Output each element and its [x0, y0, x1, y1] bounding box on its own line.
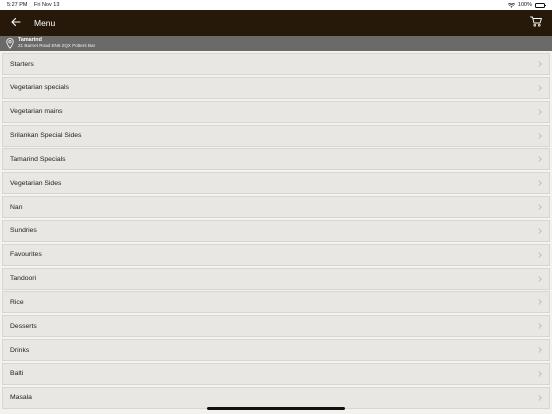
menu-item-label: Balti [10, 370, 24, 378]
menu-item-rice[interactable]: Rice [2, 291, 550, 314]
menu-item-tamarind-specials[interactable]: Tamarind Specials [2, 148, 550, 171]
chevron-right-icon [537, 251, 543, 259]
chevron-right-icon [537, 84, 543, 92]
menu-item-label: Drinks [10, 346, 30, 354]
menu-item-label: Vegetarian mains [10, 108, 63, 116]
chevron-right-icon [537, 179, 543, 187]
cart-button[interactable] [528, 15, 544, 31]
status-date: Fri Nov 13 [34, 2, 60, 8]
location-text: Tamarind 21 Barnet Road EN6 2QX Potters … [18, 38, 95, 48]
menu-item-srilankan-special-sides[interactable]: Srilankan Special Sides [2, 124, 550, 147]
menu-item-sundries[interactable]: Sundries [2, 219, 550, 242]
menu-item-label: Vegetarian specials [10, 84, 69, 92]
status-left: 5:27 PM Fri Nov 13 [7, 2, 64, 8]
menu-item-label: Srilankan Special Sides [10, 132, 82, 140]
wifi-icon [507, 2, 515, 8]
chevron-right-icon [537, 108, 543, 116]
menu-item-label: Rice [10, 298, 24, 306]
status-time: 5:27 PM [7, 2, 28, 8]
menu-item-starters[interactable]: Starters [2, 53, 550, 75]
chevron-right-icon [537, 227, 543, 235]
menu-item-label: Tamarind Specials [10, 155, 66, 163]
location-bar[interactable]: Tamarind 21 Barnet Road EN6 2QX Potters … [0, 36, 552, 51]
page-title: Menu [34, 18, 56, 28]
menu-item-label: Tandoori [10, 275, 37, 283]
chevron-right-icon [537, 60, 543, 68]
menu-list: Starters Vegetarian specials Vegetarian … [0, 51, 552, 409]
menu-item-desserts[interactable]: Desserts [2, 315, 550, 338]
home-indicator[interactable] [207, 407, 345, 410]
status-bar: 5:27 PM Fri Nov 13 100% [0, 0, 552, 10]
status-right: 100% [507, 2, 546, 8]
menu-item-label: Desserts [10, 322, 37, 330]
menu-item-label: Nan [10, 203, 23, 211]
menu-item-label: Starters [10, 60, 34, 68]
cart-icon [530, 14, 542, 32]
chevron-right-icon [537, 275, 543, 283]
arrow-left-icon [11, 14, 21, 32]
menu-item-masala[interactable]: Masala [2, 386, 550, 409]
location-pin-icon [5, 38, 15, 50]
menu-item-vegetarian-specials[interactable]: Vegetarian specials [2, 76, 550, 99]
menu-item-label: Vegetarian Sides [10, 179, 62, 187]
chevron-right-icon [537, 298, 543, 306]
menu-item-label: Sundries [10, 227, 37, 235]
menu-item-vegetarian-sides[interactable]: Vegetarian Sides [2, 172, 550, 195]
menu-item-tandoori[interactable]: Tandoori [2, 267, 550, 290]
menu-item-label: Masala [10, 394, 32, 402]
menu-item-balti[interactable]: Balti [2, 362, 550, 385]
nav-bar: Menu [0, 10, 552, 36]
chevron-right-icon [537, 370, 543, 378]
battery-percent: 100% [517, 2, 532, 8]
menu-item-drinks[interactable]: Drinks [2, 339, 550, 362]
chevron-right-icon [537, 346, 543, 354]
chevron-right-icon [537, 394, 543, 402]
menu-item-favourites[interactable]: Favourites [2, 243, 550, 266]
menu-item-nan[interactable]: Nan [2, 196, 550, 219]
back-button[interactable] [8, 15, 24, 31]
chevron-right-icon [537, 155, 543, 163]
restaurant-address: 21 Barnet Road EN6 2QX Potters Bar [18, 42, 96, 48]
chevron-right-icon [537, 203, 543, 211]
menu-item-label: Favourites [10, 251, 42, 259]
chevron-right-icon [537, 322, 543, 330]
chevron-right-icon [537, 132, 543, 140]
battery-icon [535, 2, 546, 8]
menu-item-vegetarian-mains[interactable]: Vegetarian mains [2, 100, 550, 123]
